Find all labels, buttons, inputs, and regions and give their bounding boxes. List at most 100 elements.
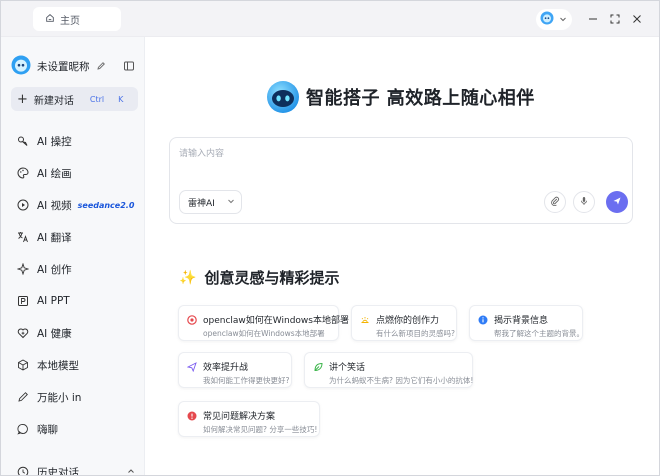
section-title: ✨ 创意灵感与精彩提示 xyxy=(179,267,339,288)
history-section[interactable]: 历史对话 xyxy=(17,465,135,476)
send-icon xyxy=(612,196,622,209)
sidebar-item-label: AI 绘画 xyxy=(37,167,72,180)
new-chat-button[interactable]: + 新建对话 Ctrl K xyxy=(11,87,138,111)
sidebar-item-ai-paint[interactable]: AI 绘画 xyxy=(1,157,145,189)
sidebar-item-label: AI PPT xyxy=(37,295,70,307)
hero-title: 智能搭子 高效路上随心相伴 xyxy=(306,88,535,109)
sidebar-item-label: 万能小 in xyxy=(37,391,82,404)
prompt-input[interactable]: 请输入内容 xyxy=(179,146,224,159)
prompt-card-faq[interactable]: 常见问题解决方案 如何解决常见问题? 分享一些技巧! xyxy=(178,401,320,437)
card-title: 常见问题解决方案 xyxy=(203,412,276,422)
account-menu-button[interactable] xyxy=(536,9,572,30)
minimize-button[interactable] xyxy=(585,11,601,27)
card-subtitle: 帮我了解这个主题的背景。 xyxy=(494,329,584,338)
home-icon xyxy=(45,13,55,26)
card-title: 效率提升战 xyxy=(203,363,249,373)
card-title: 点燃你的创作力 xyxy=(376,316,440,326)
info-icon xyxy=(478,315,488,325)
sidebar-collapse-icon[interactable] xyxy=(123,60,135,72)
card-title: 揭示背景信息 xyxy=(494,316,549,326)
seedance-badge: seedance2.0 xyxy=(77,200,135,210)
sidebar-item-label: AI 创作 xyxy=(37,263,72,276)
sidebar-item-chat[interactable]: 嗨聊 xyxy=(1,413,145,445)
paperclip-icon xyxy=(550,196,560,209)
tab-home[interactable]: 主页 xyxy=(33,7,121,31)
plus-icon: + xyxy=(17,91,28,107)
card-title: openclaw如何在Windows本地部署 xyxy=(203,316,349,326)
sidebar-item-label: AI 视频 xyxy=(37,199,72,212)
sidebar-item-label: AI 操控 xyxy=(37,135,72,148)
history-label: 历史对话 xyxy=(37,466,79,476)
palette-icon xyxy=(17,167,29,179)
translate-icon xyxy=(17,231,29,243)
avatar xyxy=(540,11,554,28)
sidebar-nav: AI 操控 AI 绘画 AI 视频 seedance2.0 AI 翻译 AI 创… xyxy=(1,125,145,445)
sidebar-item-ai-control[interactable]: AI 操控 xyxy=(1,125,145,157)
sidebar-item-ai-video[interactable]: AI 视频 seedance2.0 xyxy=(1,189,145,221)
attach-button[interactable] xyxy=(544,191,566,213)
close-button[interactable] xyxy=(629,11,645,27)
sidebar-item-wanneng[interactable]: 万能小 in xyxy=(1,381,145,413)
sidebar-item-label: 本地模型 xyxy=(37,359,79,372)
shortcut-ctrl: Ctrl xyxy=(89,94,105,104)
microphone-icon xyxy=(579,196,589,209)
ppt-icon xyxy=(17,295,29,307)
prompt-card-openclaw[interactable]: openclaw如何在Windows本地部署 openclaw如何在Window… xyxy=(178,305,349,341)
prompt-card-creativity[interactable]: 点燃你的创作力 有什么新项目的灵感吗? xyxy=(351,305,457,341)
model-select-label: 雷神AI xyxy=(188,198,215,209)
tab-home-label: 主页 xyxy=(60,15,80,27)
alert-icon xyxy=(187,411,197,421)
sidebar-item-label: AI 翻译 xyxy=(37,231,72,244)
chevron-down-icon xyxy=(559,13,567,26)
send-button[interactable] xyxy=(606,191,628,213)
sidebar-item-ai-health[interactable]: AI 健康 xyxy=(1,317,145,349)
sunrise-icon xyxy=(360,315,370,325)
section-title-text: 创意灵感与精彩提示 xyxy=(204,269,340,287)
leaf-icon xyxy=(313,362,323,372)
prompt-card-efficiency[interactable]: 效率提升战 我如何能工作得更快更好? xyxy=(178,352,292,388)
cube-icon xyxy=(17,359,29,371)
prompt-card-joke[interactable]: 讲个笑话 为什么蚂蚁不生病? 因为它们有小小的抗体! xyxy=(304,352,473,388)
sidebar-item-label: 嗨聊 xyxy=(37,423,58,436)
card-subtitle: 我如何能工作得更快更好? xyxy=(203,376,290,385)
sparkles-icon: ✨ xyxy=(179,269,197,286)
play-icon xyxy=(17,199,29,211)
card-subtitle: openclaw如何在Windows本地部署 xyxy=(203,329,325,338)
profile-name: 未设置昵称 xyxy=(37,60,90,73)
sidebar-item-ai-translate[interactable]: AI 翻译 xyxy=(1,221,145,253)
chevron-down-icon xyxy=(227,197,235,207)
app-window: 主页 未设置昵称 + 新建对话 Ctrl K AI 操控 AI 绘画 AI 视频… xyxy=(0,0,660,476)
sidebar-item-label: AI 健康 xyxy=(37,327,72,340)
profile: 未设置昵称 xyxy=(11,55,135,77)
sidebar-item-ai-create[interactable]: AI 创作 xyxy=(1,253,145,285)
sparkle-icon xyxy=(17,263,29,275)
pen-icon xyxy=(17,391,29,403)
main-content: 智能搭子 高效路上随心相伴 请输入内容 雷神AI ✨ 创意灵感与精彩提示 ope… xyxy=(146,38,659,475)
chevron-up-icon xyxy=(127,466,135,475)
card-title: 讲个笑话 xyxy=(329,363,366,373)
sidebar-item-ai-ppt[interactable]: AI PPT xyxy=(1,285,145,317)
health-icon xyxy=(17,327,29,339)
avatar[interactable] xyxy=(11,55,31,78)
card-subtitle: 为什么蚂蚁不生病? 因为它们有小小的抗体! xyxy=(329,376,474,385)
maximize-button[interactable] xyxy=(607,11,623,27)
edit-icon[interactable] xyxy=(96,61,106,71)
voice-input-button[interactable] xyxy=(573,191,595,213)
sidebar: 未设置昵称 + 新建对话 Ctrl K AI 操控 AI 绘画 AI 视频 se… xyxy=(1,37,145,476)
stop-icon xyxy=(187,314,197,325)
new-chat-label: 新建对话 xyxy=(33,95,74,107)
sidebar-item-local-model[interactable]: 本地模型 xyxy=(1,349,145,381)
history-icon xyxy=(17,466,29,475)
card-subtitle: 有什么新项目的灵感吗? xyxy=(376,329,455,338)
card-subtitle: 如何解决常见问题? 分享一些技巧! xyxy=(203,425,318,434)
send-icon xyxy=(187,361,197,372)
robot-logo-icon xyxy=(266,80,300,114)
shortcut-k: K xyxy=(118,94,124,104)
title-bar: 主页 xyxy=(1,1,659,37)
chat-icon xyxy=(17,423,29,435)
prompt-box[interactable]: 请输入内容 雷神AI xyxy=(169,137,633,224)
prompt-card-background[interactable]: 揭示背景信息 帮我了解这个主题的背景。 xyxy=(469,305,584,341)
model-select[interactable]: 雷神AI xyxy=(179,190,242,214)
hero: 智能搭子 高效路上随心相伴 xyxy=(266,80,535,114)
control-icon xyxy=(17,135,29,147)
